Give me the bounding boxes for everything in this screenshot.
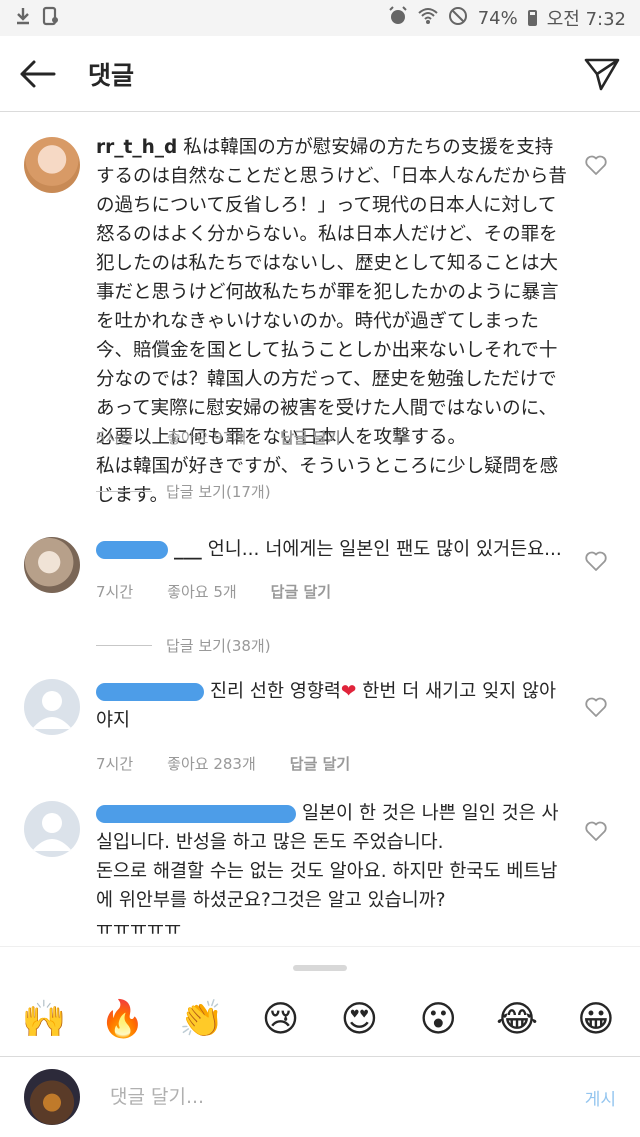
comment-username-suffix: ___ <box>174 539 202 560</box>
back-arrow-icon <box>20 60 56 87</box>
heart-icon[interactable] <box>584 695 608 719</box>
comment-body: rr_t_h_d 私は韓国の方が慰安婦の方たちの支援を支持するのは自然なことだと思… <box>96 133 570 510</box>
comment-meta: 5시간 좋아요 97개 답글 달기 <box>96 427 375 448</box>
default-avatar-icon <box>32 813 72 851</box>
status-left <box>14 6 60 31</box>
send-icon <box>584 58 620 90</box>
comment-likes[interactable]: 좋아요 5개 <box>167 581 237 602</box>
download-icon <box>14 6 32 31</box>
redacted-username[interactable] <box>96 683 204 701</box>
reply-button[interactable]: 답글 달기 <box>271 581 331 602</box>
share-button[interactable] <box>580 52 624 96</box>
reply-button[interactable]: 답글 달기 <box>290 753 350 774</box>
comment-likes[interactable]: 좋아요 283개 <box>167 753 256 774</box>
clock: 오전 7:32 <box>546 9 626 30</box>
comment-time: 7시간 <box>96 755 134 773</box>
comment-text: 私は韓国の方が慰安婦の方たちの支援を支持するのは自然なことだと思うけど、「日本人… <box>96 137 567 506</box>
comment-body: 일본이 한 것은 나쁜 일인 것은 사실입니다. 반성을 하고 많은 돈도 주었… <box>96 799 570 944</box>
redacted-username[interactable] <box>96 805 296 823</box>
avatar[interactable] <box>24 801 80 857</box>
comment-meta: 7시간 좋아요 283개 답글 달기 <box>96 753 384 774</box>
emoji-quick-bar: 🙌 🔥 👏 😢 😍 😮 😂 😀 <box>0 946 640 1056</box>
current-user-avatar <box>24 1069 80 1125</box>
redacted-username[interactable] <box>96 541 168 559</box>
comment-likes[interactable]: 좋아요 97개 <box>167 427 246 448</box>
surprised-emoji-button[interactable]: 😮 <box>410 991 466 1047</box>
divider <box>96 491 152 492</box>
no-signal-icon <box>448 6 468 31</box>
battery-percent: 74% <box>477 7 518 29</box>
comment-input[interactable] <box>110 1086 585 1108</box>
avatar[interactable] <box>24 537 80 593</box>
alarm-icon <box>388 5 408 31</box>
comment-text: 진리 선한 영향력 <box>210 681 341 702</box>
header: 댓글 <box>0 36 640 112</box>
comment-body: ___ 언니... 너에게는 일본인 팬도 많이 있거든요... <box>96 535 570 564</box>
view-replies-label: 답글 보기(17개) <box>166 483 271 501</box>
comment-meta: 7시간 좋아요 5개 답글 달기 <box>96 581 365 602</box>
comments-list: rr_t_h_d 私は韓国の方が慰安婦の方たちの支援を支持するのは自然なことだと思… <box>0 113 640 945</box>
joy-emoji-button[interactable]: 😂 <box>489 991 545 1047</box>
avatar[interactable] <box>24 679 80 735</box>
heart-eyes-emoji-button[interactable]: 😍 <box>331 991 387 1047</box>
comment-text: 일본이 한 것은 나쁜 일인 것은 사실입니다. 반성을 하고 많은 돈도 주었… <box>96 803 559 940</box>
default-avatar-icon <box>32 691 72 729</box>
drag-handle[interactable] <box>293 965 347 971</box>
grinning-emoji-button[interactable]: 😀 <box>568 991 624 1047</box>
comment-time: 7시간 <box>96 583 134 601</box>
wifi-icon <box>418 7 438 30</box>
comment-body: 진리 선한 영향력❤ 한번 더 새기고 잊지 않아야지 <box>96 677 570 735</box>
view-replies-label: 답글 보기(38개) <box>166 637 271 655</box>
comment-time: 5시간 <box>96 429 134 447</box>
comment-text: 언니... 너에게는 일본인 팬도 많이 있거든요... <box>207 539 562 560</box>
screenshot-icon <box>42 6 60 31</box>
post-button[interactable]: 게시 <box>585 1085 616 1110</box>
heart-icon[interactable] <box>584 549 608 573</box>
avatar[interactable] <box>24 137 80 193</box>
view-replies-button[interactable]: 답글 보기(38개) <box>96 635 271 656</box>
comment-composer: 게시 <box>0 1056 640 1137</box>
status-bar: 74% 오전 7:32 <box>0 0 640 36</box>
heart-emoji: ❤ <box>340 681 357 702</box>
heart-icon[interactable] <box>584 153 608 177</box>
divider <box>96 645 152 646</box>
battery-icon <box>527 10 537 26</box>
clapping-emoji-button[interactable]: 👏 <box>174 991 230 1047</box>
reply-button[interactable]: 답글 달기 <box>280 427 340 448</box>
view-replies-button[interactable]: 답글 보기(17개) <box>96 481 271 502</box>
crying-emoji-button[interactable]: 😢 <box>253 991 309 1047</box>
heart-icon[interactable] <box>584 819 608 843</box>
back-button[interactable] <box>16 52 60 96</box>
fire-emoji-button[interactable]: 🔥 <box>95 991 151 1047</box>
raising-hands-emoji-button[interactable]: 🙌 <box>16 991 72 1047</box>
emoji-row: 🙌 🔥 👏 😢 😍 😮 😂 😀 <box>16 991 624 1047</box>
status-right: 74% 오전 7:32 <box>388 5 626 31</box>
comment-username[interactable]: rr_t_h_d <box>96 137 177 158</box>
page-title: 댓글 <box>88 60 135 90</box>
